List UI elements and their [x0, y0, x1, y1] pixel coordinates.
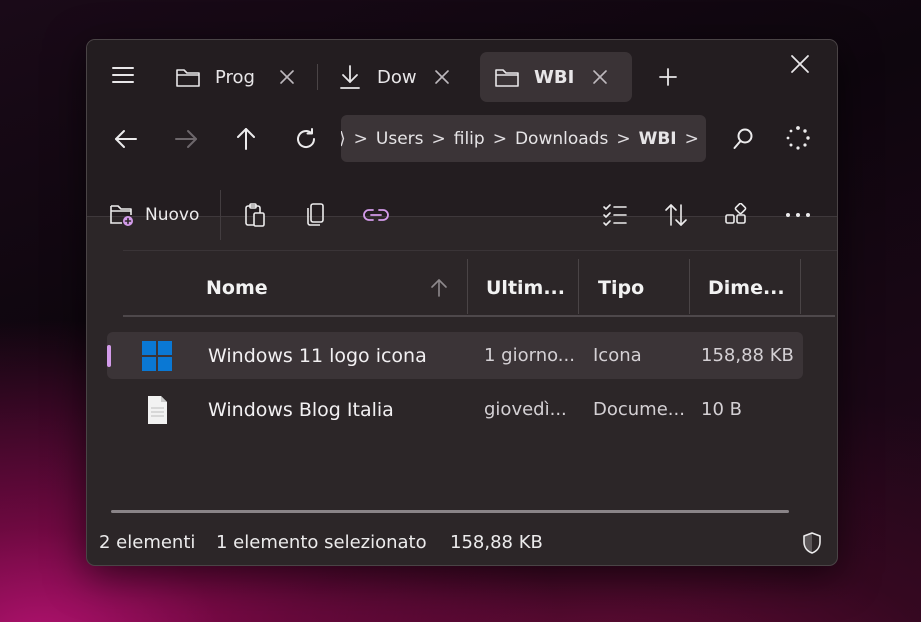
- tab-close-icon[interactable]: [433, 68, 451, 86]
- new-folder-icon: [109, 203, 135, 227]
- file-modified: 1 giorno...: [484, 345, 575, 366]
- more-options-icon[interactable]: [785, 202, 811, 228]
- new-button-label: Nuovo: [145, 205, 200, 225]
- tab-wbi[interactable]: WBI: [480, 52, 632, 102]
- toolbar-separator: [220, 190, 221, 240]
- file-name: Windows Blog Italia: [208, 399, 394, 421]
- breadcrumb-chevron-icon[interactable]: >: [432, 129, 446, 149]
- column-header-modified[interactable]: Ultim...: [486, 277, 565, 299]
- file-row[interactable]: Windows 11 logo icona 1 giorno... Icona …: [107, 332, 803, 379]
- column-header-name[interactable]: Nome: [206, 277, 268, 299]
- breadcrumb-downloads[interactable]: Downloads: [515, 129, 608, 149]
- column-divider[interactable]: [578, 259, 579, 314]
- breadcrumb-chevron-icon[interactable]: >: [493, 129, 507, 149]
- status-selection-size: 158,88 KB: [450, 532, 543, 553]
- document-icon: [141, 394, 173, 426]
- status-selection: 1 elemento selezionato: [216, 532, 427, 553]
- tab-label: WBI: [534, 66, 575, 88]
- search-icon[interactable]: [732, 127, 754, 151]
- address-bar[interactable]: ⟩ > Users > filip > Downloads > WBI >: [341, 115, 706, 162]
- file-size: 158,88 KB: [701, 345, 794, 366]
- window-close-icon[interactable]: [789, 53, 811, 75]
- new-tab-plus-icon[interactable]: [657, 66, 679, 88]
- file-type: Icona: [593, 345, 642, 366]
- folder-icon: [494, 64, 520, 90]
- download-icon: [337, 64, 363, 90]
- new-button[interactable]: Nuovo: [109, 202, 199, 228]
- breadcrumb-chevron-icon[interactable]: >: [616, 129, 630, 149]
- column-divider[interactable]: [467, 259, 468, 314]
- column-divider[interactable]: [800, 259, 801, 314]
- tab-downloads[interactable]: Dow: [337, 52, 457, 102]
- column-header-type[interactable]: Tipo: [598, 277, 644, 299]
- select-checklist-icon[interactable]: [602, 202, 628, 228]
- breadcrumb-chevron-icon: >: [353, 128, 368, 149]
- tab-separator: [317, 64, 318, 90]
- sort-arrows-icon[interactable]: [663, 202, 689, 228]
- file-name: Windows 11 logo icona: [208, 345, 427, 367]
- refresh-icon[interactable]: [292, 125, 320, 153]
- windows-logo-icon: [141, 340, 173, 372]
- shield-icon[interactable]: [801, 531, 823, 555]
- header-underline: [123, 315, 835, 317]
- forward-arrow-icon[interactable]: [172, 125, 200, 153]
- file-modified: giovedì...: [484, 399, 567, 420]
- tab-close-icon[interactable]: [591, 68, 609, 86]
- copy-icon[interactable]: [303, 202, 329, 228]
- selection-indicator: [107, 345, 111, 367]
- tab-label: Dow: [377, 66, 417, 88]
- status-item-count: 2 elementi: [99, 532, 196, 553]
- hamburger-menu-icon[interactable]: [111, 65, 135, 85]
- layout-grid-icon[interactable]: [723, 202, 749, 228]
- breadcrumb-overflow: ⟩: [341, 129, 346, 149]
- horizontal-scrollbar[interactable]: [111, 510, 789, 513]
- paste-icon[interactable]: [242, 202, 268, 228]
- column-header-size[interactable]: Dime...: [708, 277, 785, 299]
- tab-close-icon[interactable]: [278, 68, 296, 86]
- tab-prog[interactable]: Prog: [175, 52, 305, 102]
- breadcrumb-chevron-icon[interactable]: >: [685, 129, 699, 149]
- file-row[interactable]: Windows Blog Italia giovedì... Docume...…: [107, 386, 803, 433]
- breadcrumb-wbi[interactable]: WBI: [639, 129, 677, 149]
- back-arrow-icon[interactable]: [112, 125, 140, 153]
- file-explorer-window: Prog Dow WBI > Users > filip > Downloads…: [86, 39, 838, 566]
- up-arrow-icon[interactable]: [232, 125, 260, 153]
- link-icon[interactable]: [363, 202, 389, 228]
- breadcrumb-filip[interactable]: filip: [454, 129, 485, 149]
- column-divider[interactable]: [689, 259, 690, 314]
- tab-label: Prog: [215, 66, 255, 88]
- folder-icon: [175, 64, 201, 90]
- breadcrumb-users[interactable]: Users: [376, 129, 424, 149]
- file-type: Docume...: [593, 399, 685, 420]
- loading-spinner-icon: [785, 125, 811, 151]
- command-bar-divider: [123, 250, 837, 251]
- sort-ascending-icon[interactable]: [430, 278, 448, 298]
- file-size: 10 B: [701, 399, 742, 420]
